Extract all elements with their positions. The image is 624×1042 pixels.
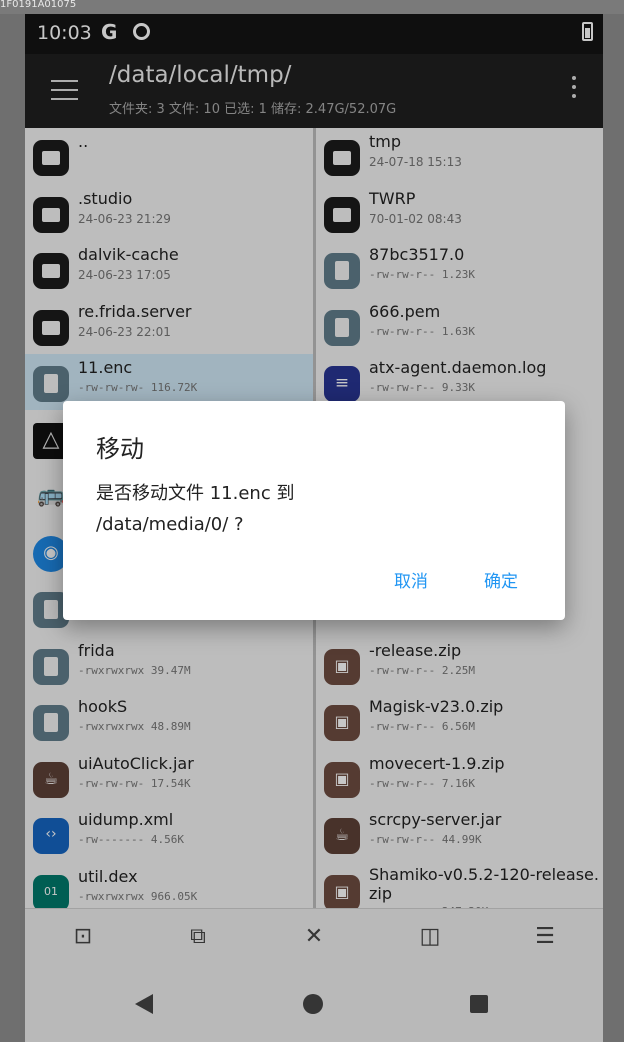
confirm-button[interactable]: 确定 <box>484 567 518 592</box>
dialog-title: 移动 <box>96 435 144 463</box>
dialog-message-line1: 是否移动文件 11.enc 到 <box>96 483 295 504</box>
dialog-message: 是否移动文件 11.enc 到 /data/media/0/ ? <box>96 478 536 540</box>
dialog-message-line2: /data/media/0/ ? <box>96 514 244 535</box>
cancel-button[interactable]: 取消 <box>394 567 428 592</box>
android-device-screen: 10:03 G /data/local/tmp/ 文件夹: 3 文件: 10 已… <box>25 14 603 1042</box>
move-dialog: 移动 是否移动文件 11.enc 到 /data/media/0/ ? 取消 确… <box>63 401 565 620</box>
window-title-fragment: 1F0191A01075 <box>0 0 624 14</box>
